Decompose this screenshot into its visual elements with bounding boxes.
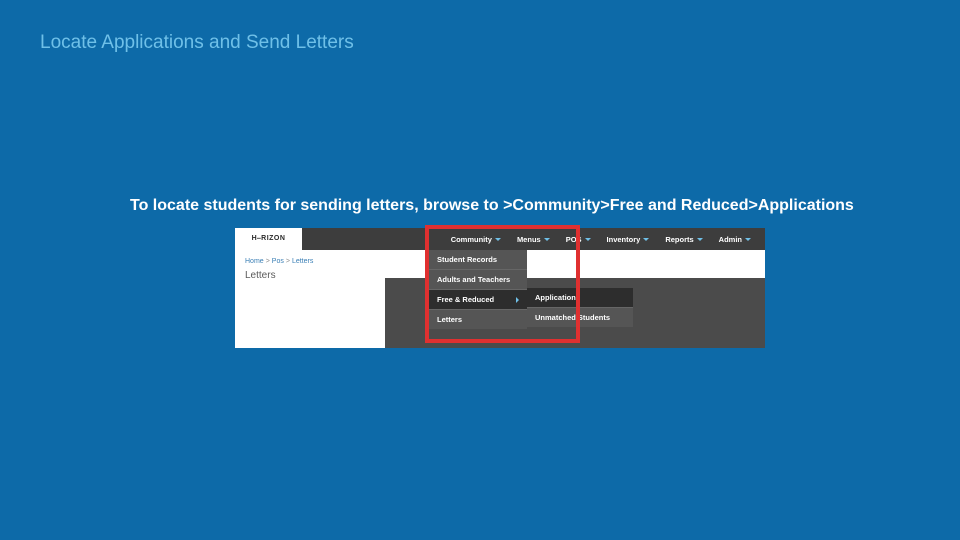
instruction-text: To locate students for sending letters, … [130,197,910,215]
menu-reports[interactable]: Reports [657,230,710,249]
menu-label: Admin [719,235,742,244]
breadcrumb: Home>Pos>Letters [245,258,313,265]
crumb-letters[interactable]: Letters [292,258,313,265]
crumb-pos[interactable]: Pos [272,258,284,265]
embedded-screenshot: H⎯RIZON Community Menus POS Inventory Re… [235,228,765,348]
menu-admin[interactable]: Admin [711,230,759,249]
page-heading: Letters [245,270,276,281]
crumb-sep: > [286,258,290,265]
highlight-rectangle [425,225,580,343]
chevron-down-icon [697,238,703,241]
logo: H⎯RIZON [235,228,302,250]
menu-inventory[interactable]: Inventory [599,230,658,249]
chevron-down-icon [745,238,751,241]
chevron-down-icon [585,238,591,241]
menu-label: Reports [665,235,693,244]
crumb-sep: > [266,258,270,265]
slide-title: Locate Applications and Send Letters [40,32,354,54]
crumb-home[interactable]: Home [245,258,264,265]
menu-label: Inventory [607,235,641,244]
chevron-down-icon [643,238,649,241]
